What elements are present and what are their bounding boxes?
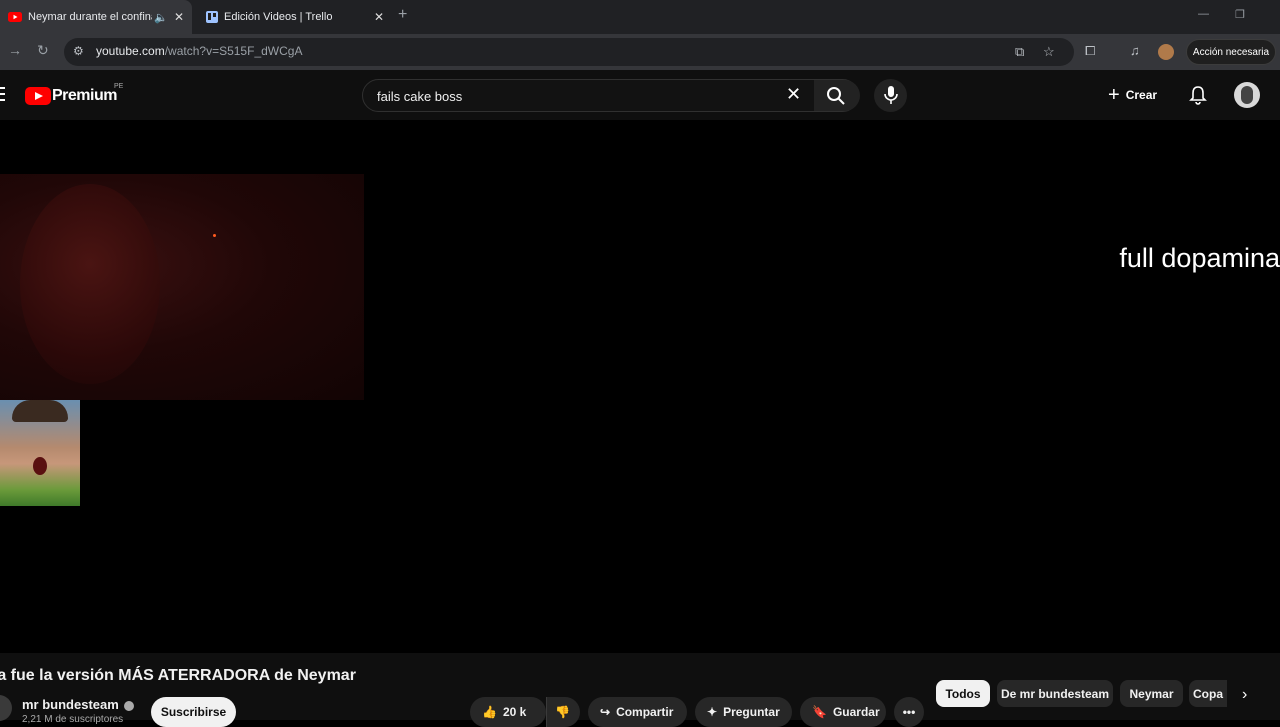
sticker-mouth	[33, 457, 47, 475]
tab-title: Neymar durante el confinamiento	[28, 11, 152, 23]
forward-icon[interactable]: →	[8, 42, 22, 58]
video-inset-frame	[0, 174, 364, 400]
chip-channel[interactable]: De mr bundesteam	[997, 680, 1113, 707]
youtube-logo-icon[interactable]	[25, 87, 51, 105]
video-player[interactable]: full dopamina	[0, 120, 1280, 653]
inset-figure	[20, 184, 160, 384]
chip-all[interactable]: Todos	[936, 680, 990, 707]
ask-button[interactable]: ✦ Preguntar	[695, 697, 792, 727]
dislike-icon: 👎	[555, 705, 570, 719]
plus-icon: +	[1108, 83, 1120, 106]
new-tab-icon[interactable]: +	[398, 6, 407, 24]
extensions-icon[interactable]: ⧠	[1085, 43, 1095, 59]
minimize-icon[interactable]: —	[1198, 8, 1209, 20]
browser-tab-strip: Neymar durante el confinamiento 🔈 ✕ Edic…	[0, 0, 1280, 34]
sticker-hair	[12, 400, 68, 422]
bell-icon[interactable]	[1189, 85, 1207, 105]
url-text[interactable]: youtube.com/watch?v=S515F_dWCgA	[96, 44, 302, 58]
verified-icon	[123, 700, 134, 711]
like-button[interactable]: 👍 20 k	[470, 697, 546, 727]
youtube-favicon	[8, 12, 22, 22]
account-avatar[interactable]	[1234, 82, 1260, 108]
install-icon[interactable]: ⧉	[1015, 44, 1024, 60]
profile-avatar[interactable]	[1158, 44, 1174, 60]
menu-icon[interactable]	[0, 87, 6, 101]
channel-avatar[interactable]	[0, 695, 12, 721]
chevron-right-icon[interactable]: ›	[1242, 686, 1247, 704]
voice-search-button[interactable]	[874, 79, 907, 112]
media-icon[interactable]: ♫	[1130, 43, 1140, 58]
reaction-sticker-image	[0, 400, 80, 506]
browser-toolbar: → ↻ ⚙ youtube.com/watch?v=S515F_dWCgA ⧉ …	[0, 34, 1280, 70]
subscribe-button[interactable]: Suscribirse	[151, 697, 236, 727]
tune-icon[interactable]: ⚙	[73, 44, 84, 58]
reload-icon[interactable]: ↻	[37, 42, 49, 59]
video-info: ta fue la versión MÁS ATERRADORA de Neym…	[0, 653, 1280, 727]
speaker-icon[interactable]: 🔈	[152, 11, 170, 24]
inset-light	[213, 234, 216, 237]
region-code: PE	[114, 83, 124, 90]
tab-trello[interactable]: Edición Videos | Trello ✕	[196, 0, 392, 34]
mic-icon	[884, 86, 898, 104]
action-needed-button[interactable]: Acción necesaria	[1186, 39, 1276, 65]
chip-neymar[interactable]: Neymar	[1120, 680, 1183, 707]
trello-favicon	[206, 11, 218, 23]
sparkle-icon: ✦	[707, 705, 718, 719]
clear-search-icon[interactable]: ✕	[786, 84, 801, 105]
brand-name[interactable]: Premium	[52, 87, 117, 105]
share-icon: ↪	[600, 705, 611, 719]
search-input[interactable]	[375, 86, 775, 106]
tab-title: Edición Videos | Trello	[224, 11, 333, 23]
like-icon: 👍	[482, 705, 497, 719]
video-overlay-caption: full dopamina	[1119, 243, 1280, 273]
dislike-button[interactable]: 👎	[546, 697, 580, 727]
address-bar[interactable]: ⚙ youtube.com/watch?v=S515F_dWCgA ⧉ ☆	[64, 38, 1074, 66]
share-button[interactable]: ↪ Compartir	[588, 697, 687, 727]
search-icon	[827, 87, 845, 105]
save-button[interactable]: 🔖 Guardar	[800, 697, 886, 727]
bookmark-icon: 🔖	[812, 705, 827, 719]
create-button[interactable]: + Crear	[1108, 83, 1157, 106]
channel-name[interactable]: mr bundesteam	[22, 697, 134, 712]
close-icon[interactable]: ✕	[170, 10, 188, 24]
more-icon[interactable]: •••	[894, 697, 924, 727]
restore-icon[interactable]: ❐	[1235, 8, 1245, 21]
star-icon[interactable]: ☆	[1043, 44, 1055, 60]
tab-youtube[interactable]: Neymar durante el confinamiento 🔈 ✕	[0, 0, 192, 34]
search-button[interactable]	[814, 80, 860, 111]
search-box: ✕	[362, 79, 860, 112]
youtube-masthead: Premium PE ✕ +Crear	[0, 70, 1280, 120]
video-title: ta fue la versión MÁS ATERRADORA de Neym…	[0, 667, 356, 684]
close-icon[interactable]: ✕	[370, 10, 388, 24]
chip-copa[interactable]: Copa	[1189, 680, 1227, 707]
